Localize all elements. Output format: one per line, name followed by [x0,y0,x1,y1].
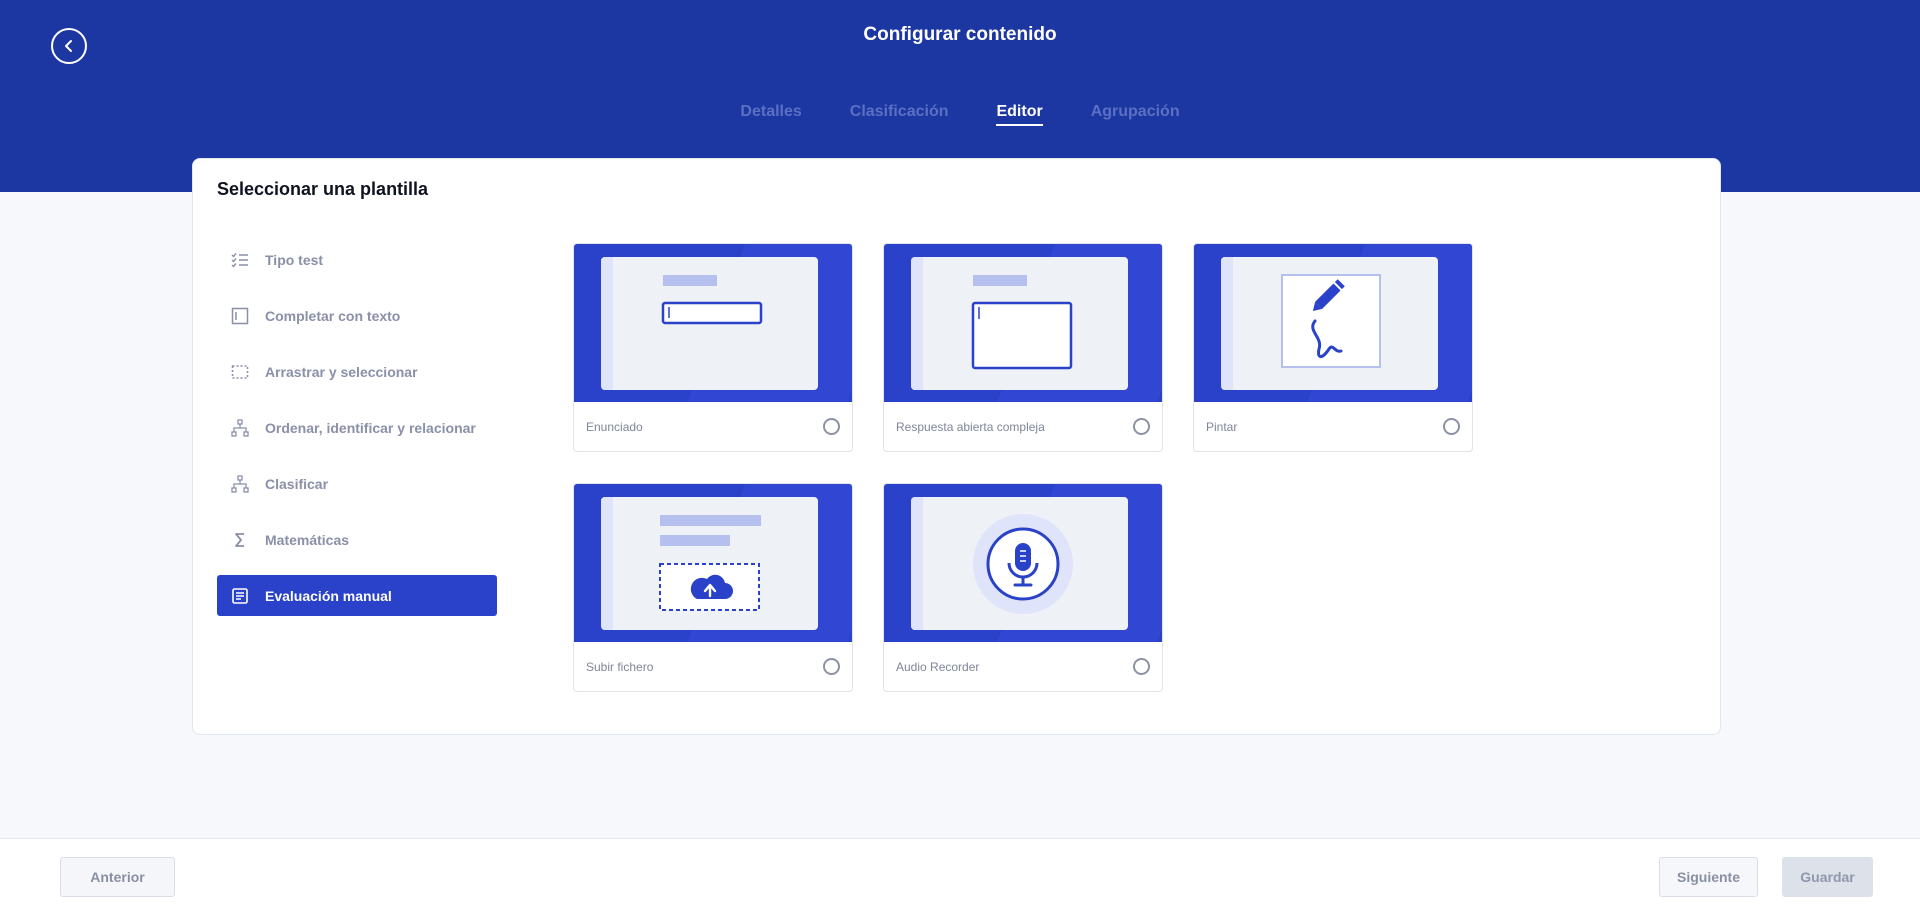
tab-clasificacion[interactable]: Clasificación [850,103,949,126]
category-label: Evaluación manual [265,587,392,604]
document-icon [229,585,251,607]
category-item-arrastrar[interactable]: Arrastrar y seleccionar [217,351,497,392]
category-item-clasificar[interactable]: Clasificar [217,463,497,504]
template-thumbnail [1194,244,1472,402]
category-item-matematicas[interactable]: Matemáticas [217,519,497,560]
category-label: Ordenar, identificar y relacionar [265,419,476,436]
template-label: Pintar [1206,419,1238,434]
footer-bar: Anterior Siguiente Guardar [0,838,1920,912]
category-label: Clasificar [265,475,329,492]
template-card-respuesta-abierta[interactable]: Respuesta abierta compleja [883,243,1163,452]
tab-bar: Detalles Clasificación Editor Agrupación [0,103,1920,126]
template-panel: Seleccionar una plantilla Tipo test Comp… [192,158,1721,735]
template-grid: Enunciado Respuesta abierta compleja Pin… [573,243,1533,703]
previous-button[interactable]: Anterior [60,857,175,897]
sigma-icon [229,529,251,551]
page-title: Configurar contenido [863,24,1057,45]
template-card-pintar[interactable]: Pintar [1193,243,1473,452]
text-box-icon [229,305,251,327]
checklist-icon [229,249,251,271]
category-item-ordenar[interactable]: Ordenar, identificar y relacionar [217,407,497,448]
next-button[interactable]: Siguiente [1659,857,1758,897]
hierarchy-icon [229,417,251,439]
category-item-evaluacion-manual[interactable]: Evaluación manual [217,575,497,616]
template-card-enunciado[interactable]: Enunciado [573,243,853,452]
dashed-select-icon [229,361,251,383]
save-button[interactable]: Guardar [1782,857,1873,897]
template-thumbnail [884,484,1162,642]
cloud-upload-icon [659,515,761,611]
category-item-completar-texto[interactable]: Completar con texto [217,295,497,336]
template-label: Audio Recorder [896,659,980,674]
template-thumbnail [884,244,1162,402]
open-answer-field-icon [971,275,1073,370]
category-label: Tipo test [265,251,324,268]
template-radio[interactable] [823,418,840,435]
template-radio[interactable] [1133,418,1150,435]
template-thumbnail [574,484,852,642]
template-label: Enunciado [586,419,643,434]
hierarchy-icon [229,473,251,495]
template-radio[interactable] [823,658,840,675]
category-label: Matemáticas [265,531,350,548]
template-card-subir-fichero[interactable]: Subir fichero [573,483,853,692]
tab-editor[interactable]: Editor [996,103,1043,126]
category-item-tipo-test[interactable]: Tipo test [217,239,497,280]
microphone-icon [973,514,1073,614]
tab-detalles[interactable]: Detalles [740,103,801,126]
template-radio[interactable] [1133,658,1150,675]
tab-agrupacion[interactable]: Agrupación [1091,103,1180,126]
template-radio[interactable] [1443,418,1460,435]
category-list: Tipo test Completar con texto Arrastrar … [217,239,497,616]
category-label: Completar con texto [265,307,401,324]
statement-field-icon [661,275,763,325]
template-label: Subir fichero [586,659,654,674]
pencil-drawing-icon [1281,274,1381,368]
panel-title: Seleccionar una plantilla [217,179,429,199]
template-label: Respuesta abierta compleja [896,419,1045,434]
category-label: Arrastrar y seleccionar [265,363,418,380]
template-thumbnail [574,244,852,402]
template-card-audio-recorder[interactable]: Audio Recorder [883,483,1163,692]
